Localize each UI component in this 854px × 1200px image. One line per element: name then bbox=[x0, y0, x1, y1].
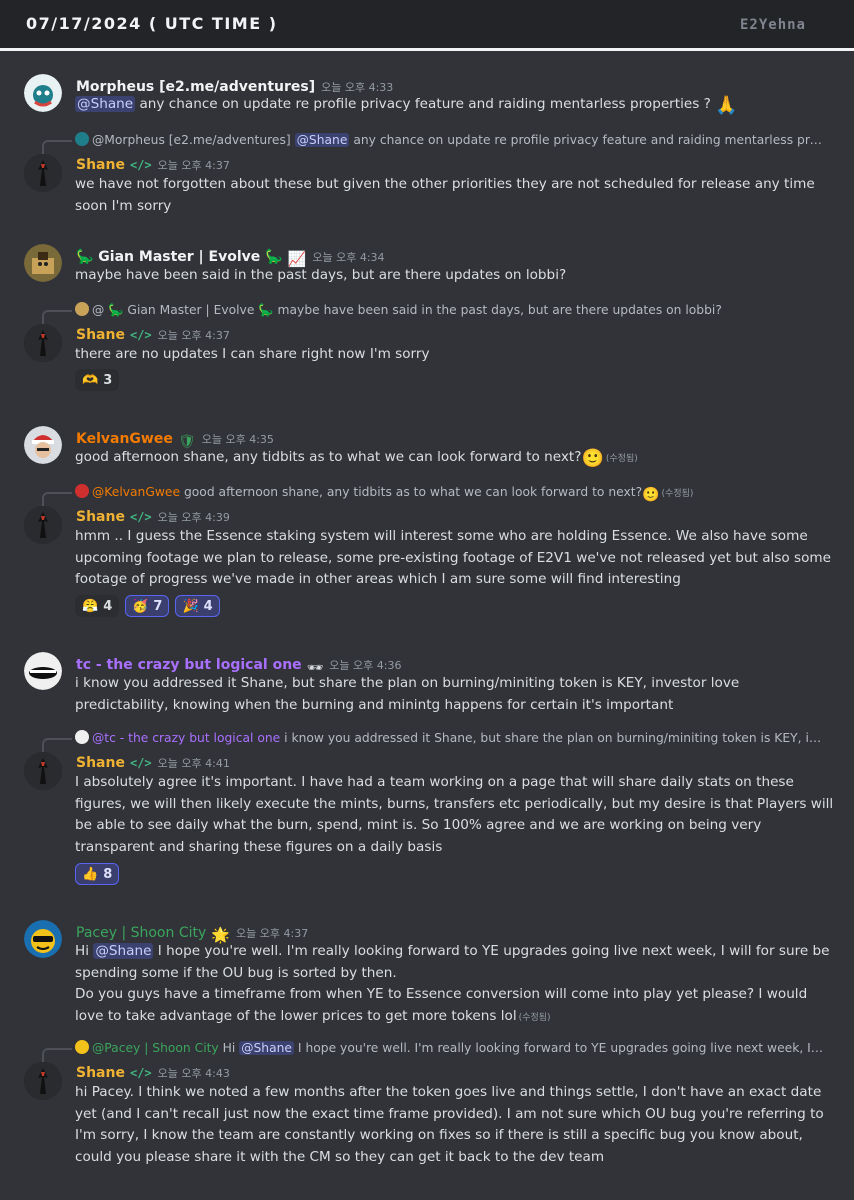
pray-emoji: 🙏 bbox=[715, 95, 738, 116]
mini-avatar bbox=[75, 132, 89, 146]
message-text: good afternoon shane, any tidbits as to … bbox=[75, 448, 638, 469]
edited-label: (수정됨) bbox=[518, 1012, 551, 1023]
avatar[interactable] bbox=[24, 324, 62, 362]
mention[interactable]: @Shane bbox=[75, 96, 136, 112]
author-name[interactable]: Morpheus [e2.me/adventures] bbox=[76, 79, 315, 95]
author-name[interactable]: tc - the crazy but logical one bbox=[76, 657, 302, 673]
author-name[interactable]: KelvanGwee bbox=[76, 431, 173, 447]
code-tag-icon: </> bbox=[129, 510, 152, 524]
code-tag-icon: </> bbox=[129, 756, 152, 770]
timestamp: 오늘 오후 4:35 bbox=[201, 433, 274, 446]
reply-preview[interactable]: @ 🦕 Gian Master | Evolve 🦕 maybe have be… bbox=[75, 302, 825, 318]
avatar[interactable] bbox=[24, 1062, 62, 1100]
author-name[interactable]: Shane bbox=[76, 327, 125, 343]
reaction-thumbs-up[interactable]: 👍 8 bbox=[75, 863, 120, 885]
timestamp: 오늘 오후 4:37 bbox=[236, 927, 309, 940]
message-text: Hi @Shane I hope you're well. I'm really… bbox=[75, 943, 830, 1024]
reply-connector bbox=[42, 310, 72, 324]
mention[interactable]: @Shane bbox=[93, 943, 154, 959]
message-text: I absolutely agree it's important. I hav… bbox=[75, 774, 834, 855]
mini-avatar bbox=[75, 484, 89, 498]
timestamp: 오늘 오후 4:39 bbox=[157, 511, 230, 524]
avatar[interactable] bbox=[24, 74, 62, 112]
reply-preview[interactable]: @tc - the crazy but logical one i know y… bbox=[75, 730, 825, 745]
header-bar: 07/17/2024 ( UTC TIME ) E2Yehna bbox=[0, 0, 854, 48]
reply-connector bbox=[42, 738, 72, 752]
mini-avatar bbox=[75, 302, 89, 316]
smile-emoji: 🙂 bbox=[581, 448, 604, 469]
reaction-huffing[interactable]: 😤 4 bbox=[75, 595, 120, 617]
timestamp: 오늘 오후 4:33 bbox=[321, 81, 394, 94]
mini-avatar bbox=[75, 1040, 89, 1054]
message-text: there are no updates I can share right n… bbox=[75, 346, 430, 362]
header-divider bbox=[0, 48, 854, 51]
reaction-heart-hands[interactable]: 🫶 3 bbox=[75, 369, 120, 391]
message-text: hmm .. I guess the Essence staking syste… bbox=[75, 528, 832, 587]
code-tag-icon: </> bbox=[129, 1066, 152, 1080]
avatar[interactable] bbox=[24, 154, 62, 192]
reply-preview[interactable]: @Morpheus [e2.me/adventures] @Shane any … bbox=[75, 132, 825, 147]
reply-connector bbox=[42, 1048, 72, 1062]
code-tag-icon: </> bbox=[129, 328, 152, 342]
timestamp: 오늘 오후 4:37 bbox=[157, 329, 230, 342]
reply-preview[interactable]: @Pacey | Shoon City Hi @Shane I hope you… bbox=[75, 1040, 825, 1055]
message-text: i know you addressed it Shane, but share… bbox=[75, 675, 740, 713]
reaction-party-popper[interactable]: 🎉 4 bbox=[175, 595, 220, 617]
message-text: hi Pacey. I think we noted a few months … bbox=[75, 1084, 824, 1165]
avatar[interactable] bbox=[24, 244, 62, 282]
message-text: @Shane any chance on update re profile p… bbox=[75, 95, 738, 116]
reply-preview[interactable]: @KelvanGwee good afternoon shane, any ti… bbox=[75, 484, 825, 503]
avatar[interactable] bbox=[24, 920, 62, 958]
author-name[interactable]: 🦕 Gian Master | Evolve 🦕 bbox=[76, 249, 283, 265]
avatar[interactable] bbox=[24, 426, 62, 464]
timestamp: 오늘 오후 4:37 bbox=[157, 159, 230, 172]
reply-connector bbox=[42, 492, 72, 506]
author-name[interactable]: Shane bbox=[76, 755, 125, 771]
edited-label: (수정됨) bbox=[605, 454, 638, 464]
avatar[interactable] bbox=[24, 506, 62, 544]
author-name[interactable]: Shane bbox=[76, 509, 125, 525]
reply-connector bbox=[42, 140, 72, 154]
timestamp: 오늘 오후 4:41 bbox=[157, 757, 230, 770]
message-text: we have not forgotten about these but gi… bbox=[75, 176, 815, 214]
timestamp: 오늘 오후 4:36 bbox=[329, 659, 402, 672]
author-name[interactable]: Shane bbox=[76, 157, 125, 173]
author-name[interactable]: Shane bbox=[76, 1065, 125, 1081]
avatar[interactable] bbox=[24, 752, 62, 790]
timestamp: 오늘 오후 4:34 bbox=[312, 251, 385, 264]
message-text: maybe have been said in the past days, b… bbox=[75, 267, 567, 283]
code-tag-icon: </> bbox=[129, 158, 152, 172]
avatar[interactable] bbox=[24, 652, 62, 690]
timestamp: 오늘 오후 4:43 bbox=[157, 1067, 230, 1080]
date-title: 07/17/2024 ( UTC TIME ) bbox=[26, 14, 278, 33]
reaction-party-face[interactable]: 🥳 7 bbox=[125, 595, 170, 617]
brand-watermark: E2Yehna bbox=[739, 17, 806, 33]
author-name[interactable]: Pacey | Shoon City bbox=[76, 925, 206, 941]
mini-avatar bbox=[75, 730, 89, 744]
